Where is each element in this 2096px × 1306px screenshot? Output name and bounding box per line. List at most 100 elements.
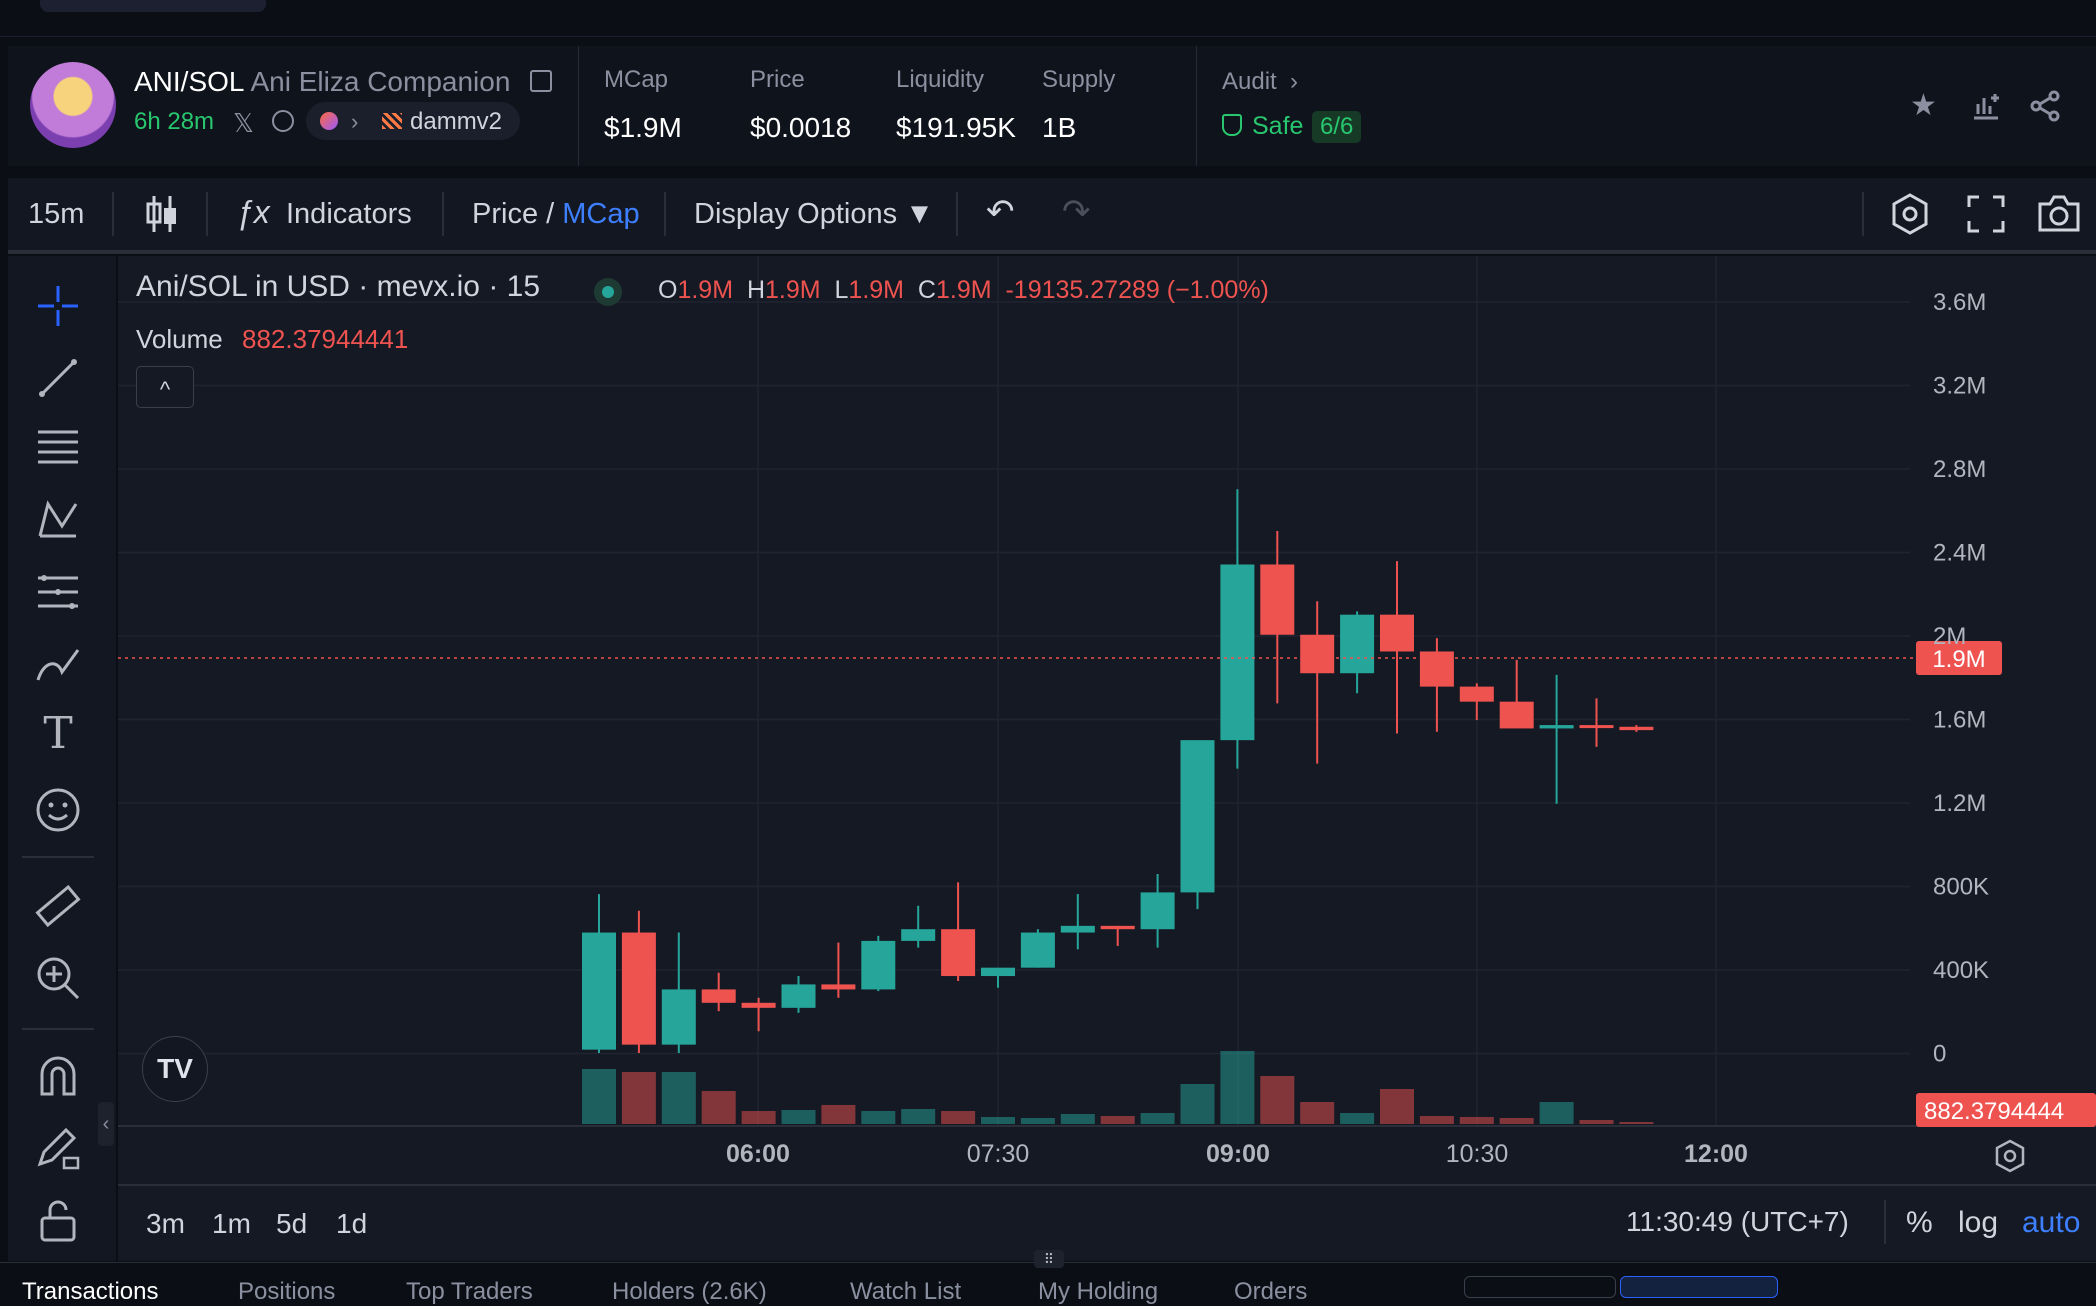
tx-filter-button[interactable] [1464,1276,1616,1298]
tab-orders[interactable]: Orders [1234,1278,1307,1306]
volume-bar [1340,1113,1375,1124]
candle-body [781,984,816,1008]
high-key: H [746,276,766,304]
change-value: -19135.27289 (−1.00%) [1005,276,1269,304]
volume-bar [1459,1117,1494,1124]
dex-pill[interactable]: › dammv2 [306,102,520,140]
add-chart-icon[interactable] [1970,90,2002,122]
y-tick-label: 0 [1933,1041,1946,1068]
audit-label: Audit [1222,68,1277,95]
safe-label: Safe [1252,112,1304,140]
brush-icon[interactable] [34,640,82,688]
undo-icon[interactable]: ↶ [986,192,1015,232]
high-value: 1.9M [765,276,821,304]
x-tick-label: 06:00 [726,1140,790,1168]
indicators-icon: ƒx [236,194,270,230]
candle-body [1539,725,1574,729]
range-1d[interactable]: 1d [336,1208,367,1240]
candle-body [901,929,936,941]
bottom-sep [1884,1200,1886,1244]
range-5d[interactable]: 5d [276,1208,307,1240]
token-name: Ani Eliza Companion [250,66,511,97]
display-options-button[interactable]: Display Options ▼ [694,198,934,231]
percent-toggle[interactable]: % [1906,1206,1933,1240]
volume-bar [1100,1116,1135,1124]
tab-positions[interactable]: Positions [238,1278,335,1306]
emoji-icon[interactable] [34,786,82,834]
auto-toggle[interactable]: auto [2022,1206,2080,1240]
y-tick-label: 800K [1933,874,1989,901]
last-price-label: 1.9M [1932,646,1985,673]
token-avatar[interactable] [30,62,116,148]
volume-bar [1140,1113,1175,1124]
volume-label: Volume [136,324,223,354]
candlestick-chart[interactable]: 1.9M 882.3794444 3.6M 3.2M 2.8M 2.4M 2M 1.6M 1.… [118,256,2096,1261]
star-icon[interactable]: ★ [1910,88,1937,123]
indicators-button[interactable]: Indicators [286,198,412,231]
active-filter-button[interactable] [1620,1276,1778,1298]
range-1m[interactable]: 1m [212,1208,251,1240]
toolbar-divider [664,192,666,236]
fullscreen-icon[interactable] [1966,194,2006,234]
candle-body [1180,740,1215,893]
price-mcap-toggle[interactable]: Price / MCap [472,198,640,231]
x-tick-label: 07:30 [967,1140,1030,1168]
redo-icon[interactable]: ↷ [1062,192,1091,232]
supply-label: Supply [1042,66,1116,93]
header-divider [578,46,579,166]
ruler-icon[interactable] [34,882,82,930]
search-icon[interactable] [272,110,294,132]
camera-icon[interactable] [2036,192,2082,234]
tab-my-holding[interactable]: My Holding [1038,1278,1158,1306]
lock-drawing-icon[interactable] [34,1124,82,1172]
log-toggle[interactable]: log [1958,1206,1998,1240]
mcap-label: MCap [604,66,669,93]
share-icon[interactable] [2030,90,2062,122]
trend-line-icon[interactable] [34,354,82,402]
x-icon[interactable]: 𝕏 [233,108,254,139]
zoom-in-icon[interactable] [34,954,82,1002]
mcap-toggle-label: MCap [562,198,640,230]
candle-body [1499,701,1534,729]
y-tick-label: 1.6M [1933,707,1986,734]
candle-style-icon[interactable] [144,192,180,236]
pattern-icon[interactable] [34,496,82,544]
text-tool-icon[interactable]: T [34,708,82,759]
tab-transactions[interactable]: Transactions [22,1278,159,1306]
unlock-icon[interactable] [34,1196,82,1244]
volume-bar [1060,1114,1095,1124]
audit-link[interactable]: Audit › [1222,68,1298,96]
fib-icon[interactable] [34,568,82,616]
tab-top-traders[interactable]: Top Traders [406,1278,533,1306]
supply-value: 1B [1042,112,1077,143]
collapse-legend-button[interactable]: ^ [136,366,194,408]
volume-bar [781,1110,816,1124]
axis-settings-icon[interactable] [1992,1138,2028,1174]
volume-bar [701,1091,736,1124]
tab-watch-list[interactable]: Watch List [850,1278,961,1306]
price-value: $0.0018 [750,112,852,143]
volume-bar [582,1069,616,1124]
magnet-icon[interactable] [34,1052,82,1100]
crosshair-icon[interactable] [34,282,82,330]
settings-icon[interactable] [1888,192,1932,236]
chevron-right-icon: › [351,109,359,134]
toolbar-divider [112,192,114,236]
close-value: 1.9M [935,276,992,304]
tradingview-logo[interactable]: TV [142,1036,208,1102]
safe-status: Safe [1222,112,1303,141]
interval-selector[interactable]: 15m [28,198,84,231]
resize-handle-icon[interactable]: ⠿ [1034,1250,1064,1268]
candle-body [1220,564,1255,741]
candle-body [661,989,696,1045]
volume-bar [1260,1076,1295,1124]
tab-holders[interactable]: Holders (2.6K) [612,1278,767,1306]
candle-body [1060,925,1095,933]
dex-icon [382,113,402,129]
volume-bar [1539,1102,1574,1124]
y-tick-label: 2M [1933,623,1966,650]
collapse-toolbar-icon[interactable]: ‹ [98,1102,114,1146]
horizontal-lines-icon[interactable] [34,424,82,472]
range-3m[interactable]: 3m [146,1208,185,1240]
copy-icon[interactable] [530,70,552,92]
